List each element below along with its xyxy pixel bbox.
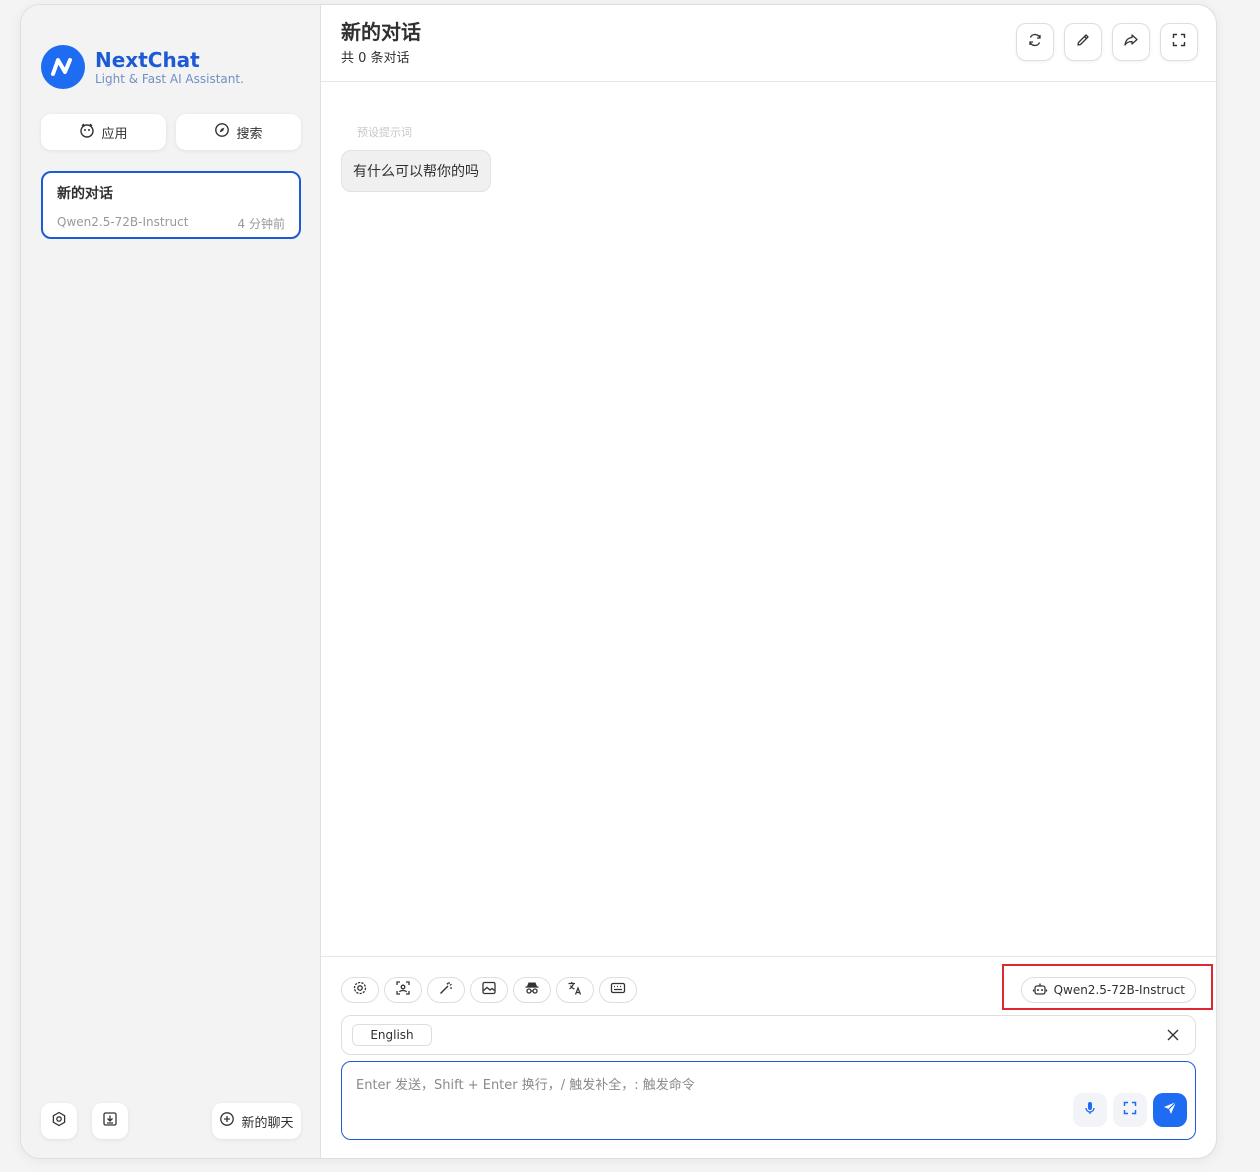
chat-item-model: Qwen2.5-72B-Instruct bbox=[57, 215, 189, 229]
expand-icon bbox=[1122, 1100, 1138, 1120]
gear-icon bbox=[51, 1111, 67, 1131]
chat-item-time: 4 分钟前 bbox=[237, 217, 285, 231]
share-icon bbox=[1123, 32, 1139, 52]
brand: NextChat Light & Fast AI Assistant. bbox=[41, 45, 244, 89]
chat-header: 新的对话 共 0 条对话 bbox=[321, 5, 1216, 82]
close-icon[interactable] bbox=[1165, 1027, 1181, 1043]
settings-button[interactable] bbox=[41, 1103, 77, 1139]
microphone-icon bbox=[1082, 1100, 1098, 1120]
search-button[interactable]: 搜索 bbox=[176, 114, 301, 150]
incognito-icon bbox=[524, 980, 540, 1000]
sidebar: NextChat Light & Fast AI Assistant. 应用 搜… bbox=[21, 5, 321, 1158]
voice-button[interactable] bbox=[1073, 1093, 1107, 1127]
apps-button[interactable]: 应用 bbox=[41, 114, 166, 150]
send-button[interactable] bbox=[1153, 1093, 1187, 1127]
input-panel: Qwen2.5-72B-Instruct English bbox=[321, 956, 1216, 1158]
pencil-icon bbox=[1075, 32, 1091, 52]
send-icon bbox=[1162, 1100, 1178, 1120]
chat-main: 新的对话 共 0 条对话 预设提示词 有什么可以帮你的吗 Qwen2.5-72B… bbox=[321, 5, 1216, 1158]
refresh-button[interactable] bbox=[1016, 23, 1054, 61]
incognito-button[interactable] bbox=[513, 977, 551, 1003]
search-label: 搜索 bbox=[236, 126, 263, 142]
maximize-icon bbox=[1171, 32, 1187, 52]
new-chat-label: 新的聊天 bbox=[241, 1115, 294, 1131]
new-chat-button[interactable]: 新的聊天 bbox=[212, 1103, 301, 1139]
robot-icon bbox=[1032, 981, 1048, 1000]
mask-gallery-button[interactable] bbox=[470, 977, 508, 1003]
reload-icon bbox=[1027, 32, 1043, 52]
export-button[interactable] bbox=[92, 1103, 128, 1139]
message-input-box bbox=[341, 1061, 1196, 1140]
add-circle-icon bbox=[219, 1111, 235, 1131]
magic-prompt-button[interactable] bbox=[427, 977, 465, 1003]
share-button[interactable] bbox=[1112, 23, 1150, 61]
chat-item-title: 新的对话 bbox=[57, 186, 113, 202]
prompt-hint: 预设提示词 bbox=[357, 126, 412, 139]
picture-icon bbox=[481, 980, 497, 1000]
chat-list-item[interactable]: 新的对话 Qwen2.5-72B-Instruct 4 分钟前 bbox=[41, 171, 301, 239]
image-scan-icon bbox=[395, 980, 411, 1000]
compass-icon bbox=[214, 122, 230, 142]
mask-icon bbox=[79, 122, 95, 142]
expand-input-button[interactable] bbox=[1113, 1093, 1147, 1127]
message-input[interactable] bbox=[356, 1074, 1181, 1114]
app-window: NextChat Light & Fast AI Assistant. 应用 搜… bbox=[20, 4, 1217, 1159]
translation-bar: English bbox=[341, 1015, 1196, 1055]
brand-title: NextChat bbox=[95, 48, 200, 72]
magic-wand-icon bbox=[438, 980, 454, 1000]
translate-icon bbox=[567, 980, 583, 1000]
shortcut-keys-button[interactable] bbox=[599, 977, 637, 1003]
nextchat-logo-icon bbox=[41, 45, 85, 89]
language-chip[interactable]: English bbox=[352, 1024, 432, 1046]
edit-button[interactable] bbox=[1064, 23, 1102, 61]
fullscreen-button[interactable] bbox=[1160, 23, 1198, 61]
settings-icon bbox=[352, 980, 368, 1000]
image-upload-button[interactable] bbox=[384, 977, 422, 1003]
download-icon bbox=[102, 1111, 118, 1131]
model-label: Qwen2.5-72B-Instruct bbox=[1053, 983, 1185, 997]
brand-subtitle: Light & Fast AI Assistant. bbox=[95, 72, 244, 86]
chat-settings-button[interactable] bbox=[341, 977, 379, 1003]
bot-message: 有什么可以帮你的吗 bbox=[341, 150, 491, 192]
apps-label: 应用 bbox=[101, 126, 128, 142]
model-selector-button[interactable]: Qwen2.5-72B-Instruct bbox=[1020, 977, 1196, 1003]
keyboard-icon bbox=[610, 980, 626, 1000]
translate-button[interactable] bbox=[556, 977, 594, 1003]
